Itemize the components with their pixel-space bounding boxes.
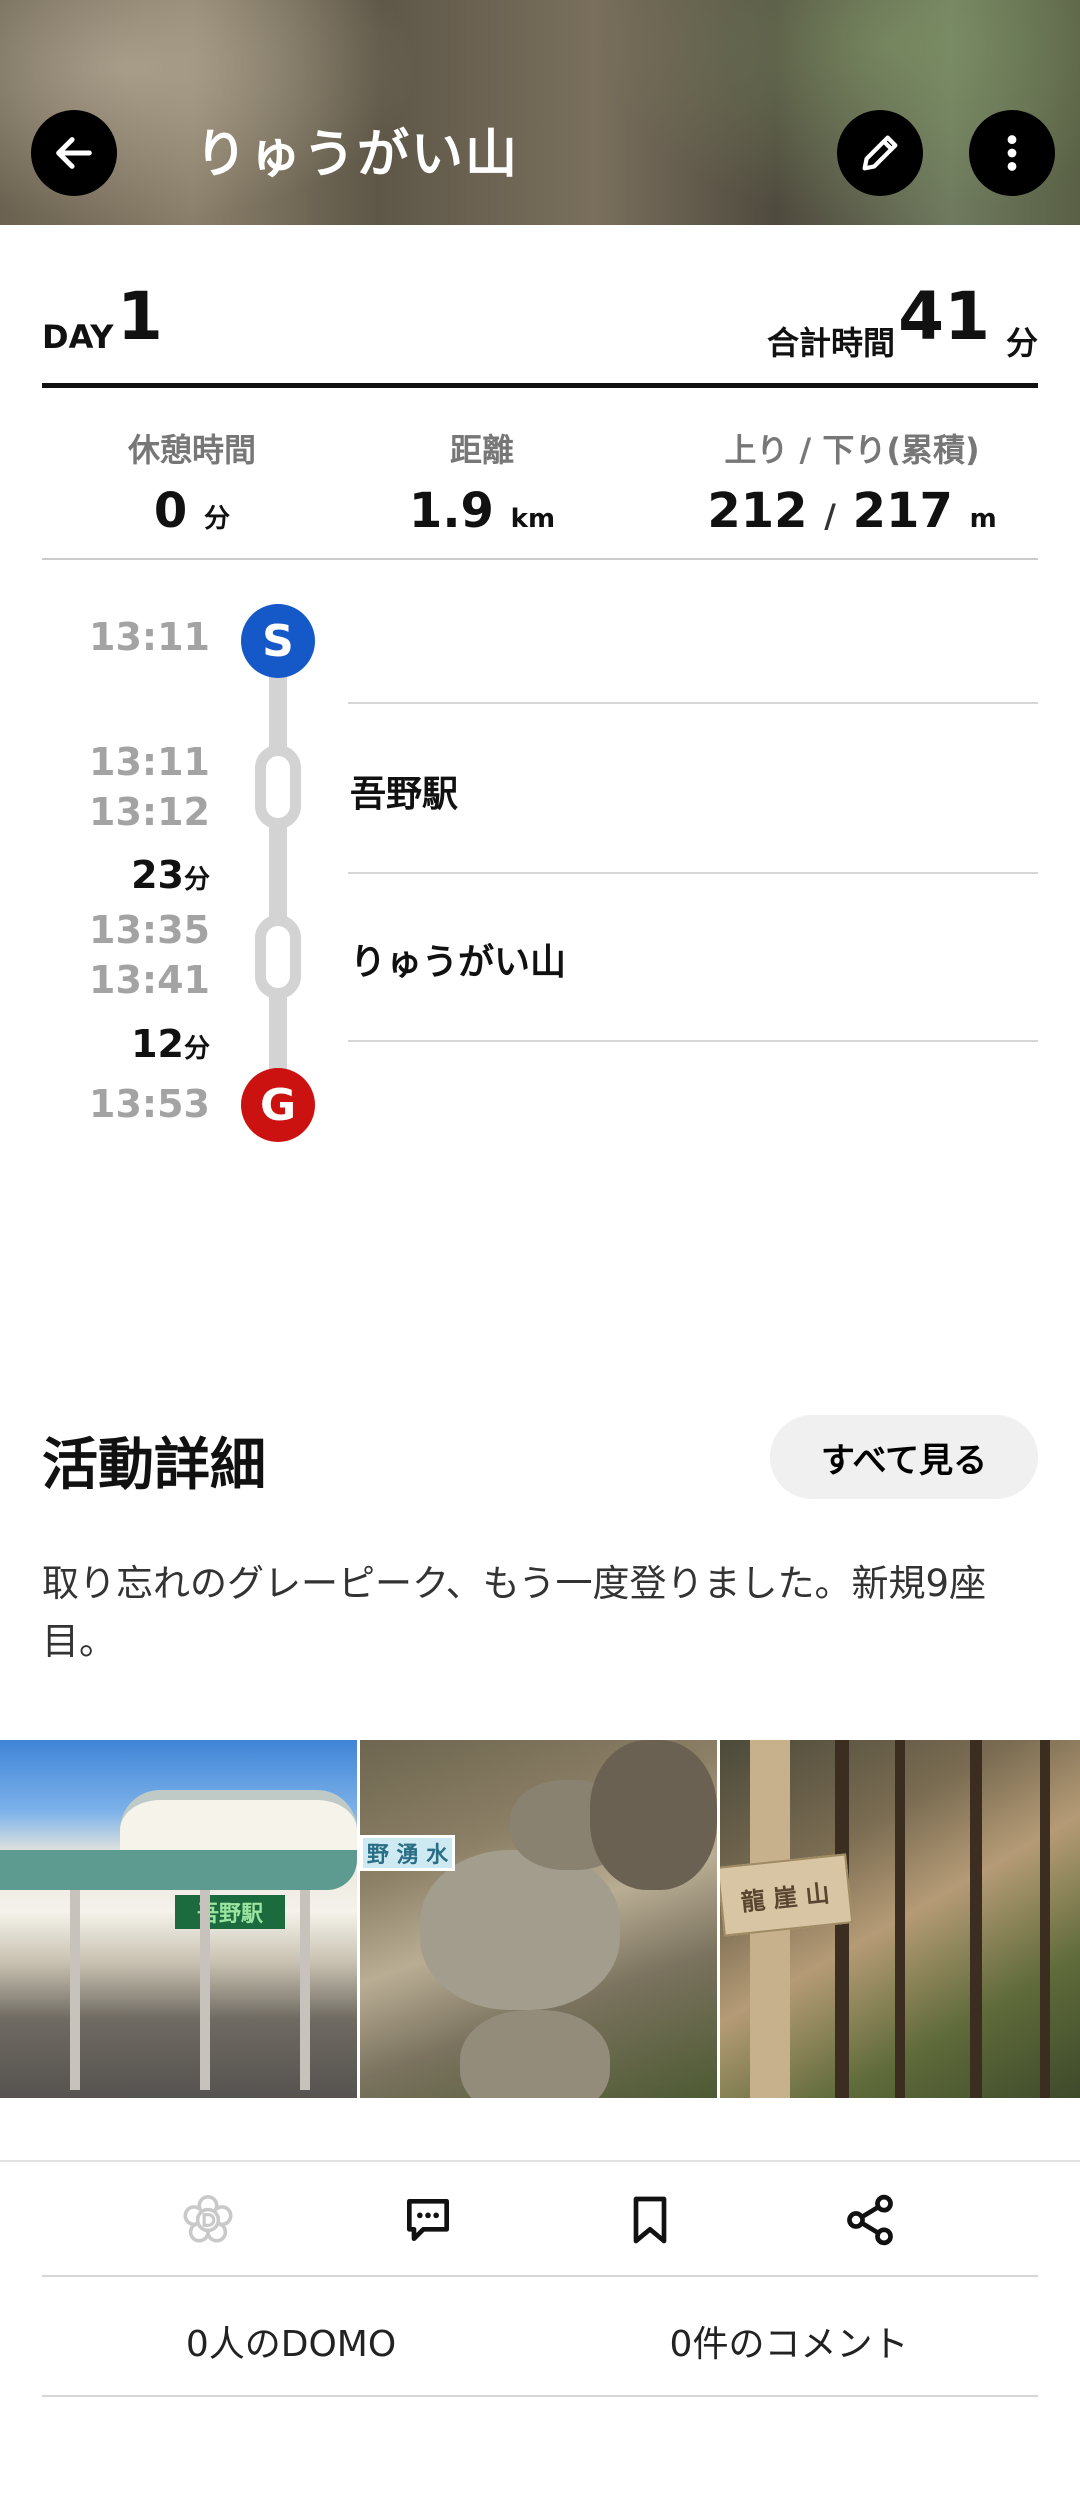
share-icon bbox=[847, 2194, 893, 2246]
segment2-duration: 12分 bbox=[40, 1022, 210, 1066]
waypoint1-name[interactable]: 吾野駅 bbox=[350, 765, 458, 817]
back-button[interactable] bbox=[31, 110, 117, 196]
waypoint2-depart-time: 13:41 bbox=[89, 958, 210, 1002]
rest-time-value-row: 0 分 bbox=[82, 483, 302, 539]
photo-summit-board: 龍 崖 山 bbox=[720, 1853, 854, 1937]
elevation-unit: m bbox=[969, 504, 997, 534]
elevation-label: 上り / 下り(累積) bbox=[724, 431, 980, 469]
rest-time-unit: 分 bbox=[204, 504, 231, 534]
elevation-up-value: 212 bbox=[707, 483, 808, 539]
edit-button[interactable] bbox=[837, 110, 923, 196]
domo-flower-icon bbox=[183, 2194, 233, 2243]
waypoint2-arrive-time: 13:35 bbox=[89, 908, 210, 952]
day-summary: DAY 1 合計時間 41 分 bbox=[42, 278, 1038, 388]
elevation-separator: / bbox=[824, 497, 836, 535]
photo-spring-sign: 野 湧 水 bbox=[360, 1835, 455, 1871]
day-number: 1 bbox=[117, 278, 163, 355]
start-marker: S bbox=[241, 604, 315, 678]
photo-rock-shape bbox=[590, 1740, 717, 1890]
distance-stat: 距離 1.9 km bbox=[372, 425, 592, 539]
segment2-duration-unit: 分 bbox=[183, 1034, 210, 1064]
segment1-duration: 23分 bbox=[40, 853, 210, 897]
rest-time-stat: 休憩時間 0 分 bbox=[82, 425, 302, 539]
photo-pillar bbox=[70, 1890, 80, 2090]
page-title: りゅうがい山 bbox=[195, 125, 520, 185]
back-arrow-icon bbox=[56, 137, 92, 169]
photo-station[interactable]: 吾野駅 bbox=[0, 1740, 357, 2098]
more-vertical-icon bbox=[1007, 135, 1017, 171]
distance-value-row: 1.9 km bbox=[372, 483, 592, 539]
header-banner: りゅうがい山 bbox=[0, 0, 1080, 225]
activity-details-title: 活動詳細 bbox=[42, 1433, 266, 1498]
photo-pillar bbox=[300, 1890, 310, 2090]
waypoint1-depart-time: 13:12 bbox=[89, 790, 210, 834]
total-time-value: 41 bbox=[898, 278, 990, 355]
photo-tree-trunk bbox=[895, 1740, 905, 2098]
comment-button[interactable] bbox=[398, 2190, 458, 2250]
elevation-stat: 上り / 下り(累積) 212 / 217 m bbox=[682, 425, 1022, 539]
elevation-value-row: 212 / 217 m bbox=[682, 483, 1022, 539]
see-all-button[interactable]: すべて見る bbox=[770, 1415, 1038, 1499]
segment1-duration-value: 23 bbox=[131, 853, 184, 897]
waypoint2-name[interactable]: りゅうがい山 bbox=[350, 933, 566, 985]
elevation-down-value: 217 bbox=[852, 483, 953, 539]
more-button[interactable] bbox=[969, 110, 1055, 196]
bookmark-icon bbox=[633, 2196, 667, 2244]
photo-tree-trunk bbox=[970, 1740, 982, 2098]
comment-count[interactable]: 0件のコメント bbox=[540, 2315, 1038, 2367]
goal-time: 13:53 bbox=[89, 1082, 210, 1126]
bookmark-button[interactable] bbox=[620, 2190, 680, 2250]
rest-time-value: 0 bbox=[153, 483, 188, 539]
day-label: DAY bbox=[42, 318, 114, 356]
timeline-divider bbox=[348, 1040, 1038, 1042]
pencil-icon bbox=[862, 135, 898, 171]
rest-time-label: 休憩時間 bbox=[127, 431, 256, 469]
activity-description: 取り忘れのグレーピーク、もう一度登りました。新規9座目。 bbox=[42, 1562, 987, 1663]
photo-tree-trunk bbox=[1040, 1740, 1050, 2098]
photo-summit-sign[interactable]: 龍 崖 山 bbox=[720, 1740, 1080, 2098]
photo-roof-shape bbox=[0, 1850, 357, 1890]
spring-sign-text: 野 湧 水 bbox=[366, 1843, 449, 1868]
waypoint2-marker bbox=[255, 915, 301, 999]
share-button[interactable] bbox=[840, 2190, 900, 2250]
timeline-divider bbox=[348, 872, 1038, 874]
photo-station-sign: 吾野駅 bbox=[175, 1895, 285, 1929]
photo-rock-shape bbox=[420, 1850, 620, 2010]
segment1-duration-unit: 分 bbox=[183, 865, 210, 895]
summit-board-text: 龍 崖 山 bbox=[739, 1878, 831, 1917]
domo-count[interactable]: 0人のDOMO bbox=[42, 2315, 540, 2367]
distance-unit: km bbox=[510, 504, 556, 534]
photo-pillar bbox=[200, 1890, 210, 2090]
action-bar bbox=[0, 2160, 1080, 2275]
photo-rock-shape bbox=[460, 2010, 610, 2098]
waypoint1-arrive-time: 13:11 bbox=[89, 740, 210, 784]
total-time-unit: 分 bbox=[1005, 324, 1038, 362]
distance-value: 1.9 bbox=[408, 483, 494, 539]
stats-row: 休憩時間 0 分 距離 1.9 km 上り / 下り(累積) 212 / 217… bbox=[42, 395, 1038, 560]
domo-button[interactable] bbox=[178, 2190, 238, 2250]
reaction-counts: 0人のDOMO 0件のコメント bbox=[42, 2275, 1038, 2397]
total-time-label: 合計時間 bbox=[766, 324, 895, 362]
photo-spring-rocks[interactable]: 野 湧 水 bbox=[360, 1740, 717, 2098]
segment2-duration-value: 12 bbox=[131, 1022, 184, 1066]
distance-label: 距離 bbox=[449, 431, 514, 469]
timeline-line bbox=[269, 640, 287, 1110]
waypoint1-marker bbox=[255, 745, 301, 829]
goal-marker: G bbox=[241, 1068, 315, 1142]
comment-icon bbox=[407, 2199, 449, 2241]
start-time: 13:11 bbox=[89, 615, 210, 659]
timeline-divider bbox=[348, 702, 1038, 704]
